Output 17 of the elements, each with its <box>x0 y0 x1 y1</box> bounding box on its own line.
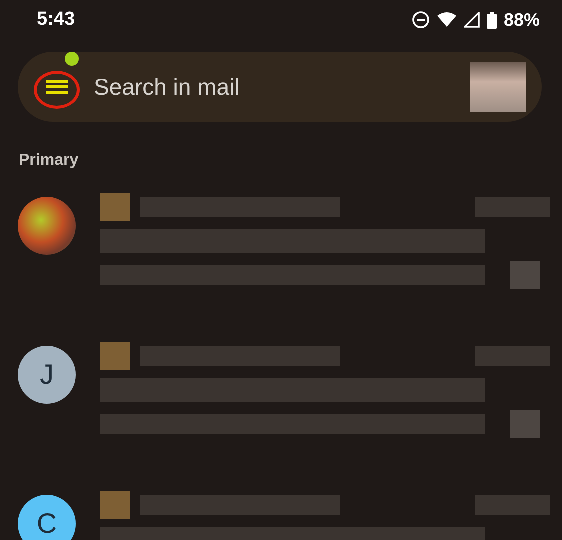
search-bar[interactable]: Search in mail <box>18 52 542 122</box>
signal-icon <box>464 12 480 28</box>
pointer-dot <box>65 52 79 66</box>
menu-icon <box>46 79 68 95</box>
email-row[interactable]: C <box>18 491 550 540</box>
avatar-letter: C <box>18 495 76 540</box>
wifi-icon <box>436 12 457 28</box>
email-row[interactable]: J <box>18 342 550 438</box>
status-time: 5:43 <box>37 9 76 31</box>
avatar-letter: J <box>18 346 76 404</box>
battery-icon <box>486 12 497 28</box>
do-not-disturb-icon <box>412 11 430 29</box>
email-row[interactable] <box>18 193 550 289</box>
battery-percentage: 88% <box>504 10 540 30</box>
section-label: Primary <box>19 152 80 170</box>
profile-photo[interactable] <box>470 62 526 112</box>
search-field[interactable]: Search in mail <box>92 72 450 102</box>
